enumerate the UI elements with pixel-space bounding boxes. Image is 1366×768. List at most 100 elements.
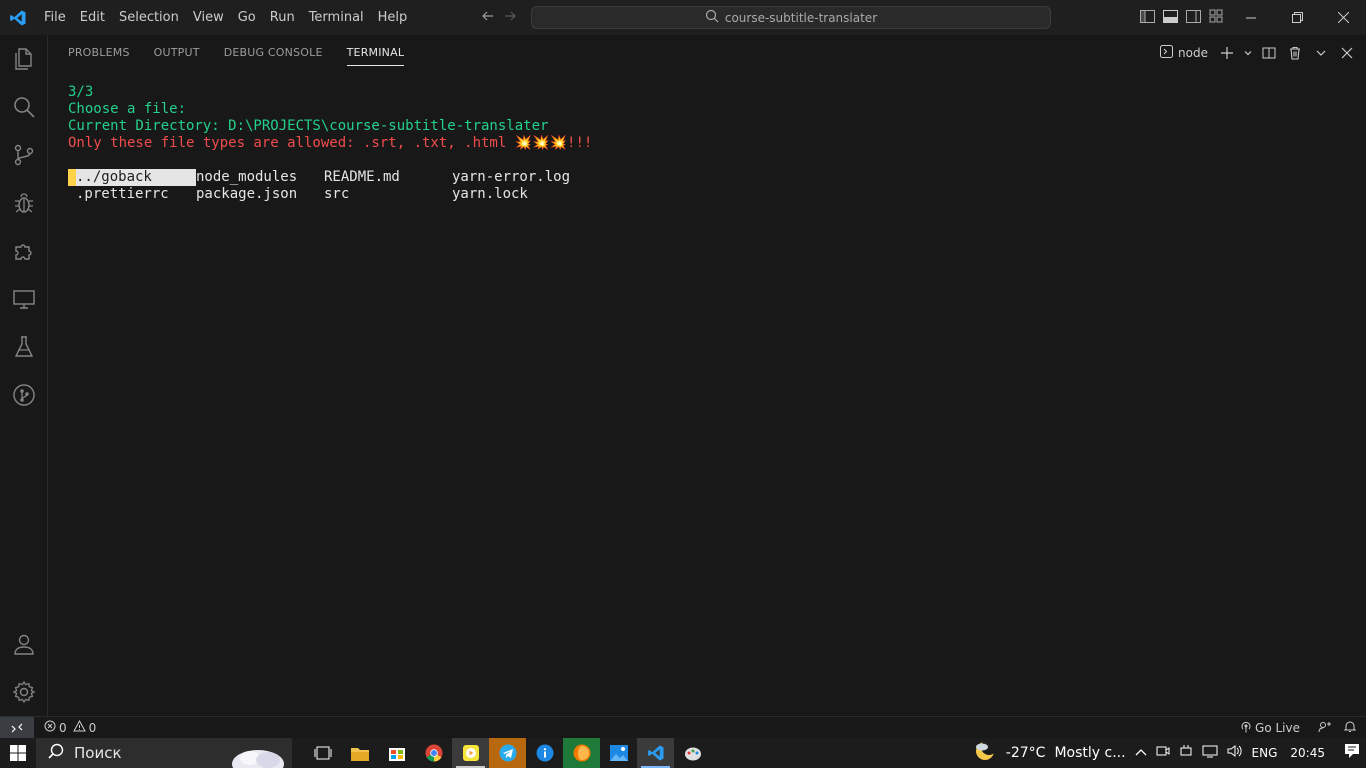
testing-flask-icon[interactable] [0,323,48,371]
window-controls [1228,0,1366,35]
photos-app-icon[interactable] [600,738,637,768]
network-icon[interactable] [1202,744,1218,762]
file-item[interactable]: README.md [324,169,452,186]
remote-indicator-icon[interactable] [0,716,34,739]
git-graph-icon[interactable] [0,371,48,419]
paint-app-icon[interactable] [674,738,711,768]
chevron-up-icon[interactable] [1135,746,1147,761]
customize-layout-icon[interactable] [1209,8,1223,27]
menu-go[interactable]: Go [231,0,263,35]
menu-help[interactable]: Help [371,0,415,35]
windows-start-icon[interactable] [0,738,36,768]
vscode-taskbar-icon[interactable] [637,738,674,768]
error-icon [44,720,56,735]
tab-problems[interactable]: PROBLEMS [56,35,142,70]
menu-selection[interactable]: Selection [112,0,186,35]
terminal-output[interactable]: 3/3 Choose a file: Current Directory: D:… [68,84,1348,704]
layout-controls [1140,0,1223,35]
menu-bar: File Edit Selection View Go Run Terminal… [37,0,414,35]
tab-output[interactable]: OUTPUT [142,35,212,70]
system-tray: -27°C Mostly c... ENG 20:45 [973,738,1366,768]
terminal-icon [1160,44,1174,61]
info-app-icon[interactable] [526,738,563,768]
toggle-secondary-sidebar-icon[interactable] [1186,8,1201,27]
panel-header: PROBLEMS OUTPUT DEBUG CONSOLE TERMINAL n… [48,35,1366,70]
search-icon [48,743,64,763]
language-indicator[interactable]: ENG [1252,746,1278,760]
tab-terminal[interactable]: TERMINAL [335,35,417,70]
back-arrow-icon[interactable] [481,8,495,27]
status-bar: 0 0 Go Live [0,716,1366,739]
tab-debug-console[interactable]: DEBUG CONSOLE [212,35,335,70]
menu-file[interactable]: File [37,0,73,35]
warning-count: 0 [88,720,97,735]
taskbar-search[interactable]: Поиск [36,738,292,768]
command-center-search[interactable]: course-subtitle-translater [531,6,1051,29]
minimize-button[interactable] [1228,0,1274,35]
split-terminal-button[interactable] [1258,42,1280,64]
navigation-arrows [481,0,517,35]
telegram-icon[interactable] [489,738,526,768]
weather-description[interactable]: Mostly c... [1054,745,1125,761]
notifications-bell-icon[interactable] [1343,720,1357,736]
chevron-down-icon[interactable] [1242,42,1254,64]
close-window-button[interactable] [1320,0,1366,35]
run-debug-icon[interactable] [0,179,48,227]
file-item[interactable]: node_modules [196,169,324,186]
file-item[interactable]: package.json [196,186,324,203]
volume-icon[interactable] [1227,744,1243,762]
current-directory: Current Directory: D:\PROJECTS\course-su… [68,118,549,134]
forward-arrow-icon[interactable] [503,8,517,27]
task-view-icon[interactable] [304,738,341,768]
explorer-icon[interactable] [0,35,48,83]
terminal-selector[interactable]: node [1160,44,1208,61]
clock[interactable]: 20:45 [1290,746,1325,760]
file-item-selected[interactable]: ../goback [68,169,196,186]
accounts-icon[interactable] [0,620,48,668]
windows-taskbar: Поиск -27°C Mostly c... ENG 20:45 [0,738,1366,768]
remote-explorer-icon[interactable] [0,275,48,323]
toggle-panel-icon[interactable] [1163,8,1178,27]
menu-edit[interactable]: Edit [73,0,112,35]
extensions-icon[interactable] [0,227,48,275]
go-live-button[interactable]: Go Live [1234,721,1306,736]
accounts-sync-icon[interactable] [1318,721,1332,736]
file-item[interactable]: yarn-error.log [452,169,580,186]
close-panel-icon[interactable] [1336,42,1358,64]
broadcast-icon [1240,721,1252,736]
file-item[interactable]: src [324,186,452,203]
microsoft-store-icon[interactable] [378,738,415,768]
kill-terminal-trash-icon[interactable] [1284,42,1306,64]
weather-moon-icon[interactable] [973,739,997,766]
step-progress: 3/3 [68,84,94,100]
search-text: course-subtitle-translater [724,10,878,25]
cursor [68,169,76,186]
file-item[interactable]: yarn.lock [452,186,580,203]
problems-indicator[interactable]: 0 0 [38,719,102,735]
minimize-panel-chevron-icon[interactable] [1310,42,1332,64]
camera-tray-icon[interactable] [1156,744,1170,762]
file-explorer-icon[interactable] [341,738,378,768]
menu-view[interactable]: View [186,0,231,35]
menu-terminal[interactable]: Terminal [302,0,371,35]
search-activity-icon[interactable] [0,83,48,131]
taskbar-apps [304,738,711,768]
restore-button[interactable] [1274,0,1320,35]
media-player-icon[interactable] [452,738,489,768]
warning-icon [72,719,86,735]
menu-run[interactable]: Run [263,0,302,35]
panel-actions: node [1160,35,1366,70]
status-right: Go Live [1234,717,1357,739]
vscode-logo-icon [0,0,35,35]
search-placeholder: Поиск [74,744,122,762]
file-item[interactable]: .prettierrc [68,186,196,203]
toggle-primary-sidebar-icon[interactable] [1140,8,1155,27]
power-plug-icon[interactable] [1179,744,1193,762]
source-control-icon[interactable] [0,131,48,179]
browser-app-icon[interactable] [563,738,600,768]
chrome-icon[interactable] [415,738,452,768]
title-bar: File Edit Selection View Go Run Terminal… [0,0,1366,35]
new-terminal-button[interactable] [1216,42,1238,64]
settings-gear-icon[interactable] [0,668,48,716]
action-center-icon[interactable] [1344,743,1360,763]
